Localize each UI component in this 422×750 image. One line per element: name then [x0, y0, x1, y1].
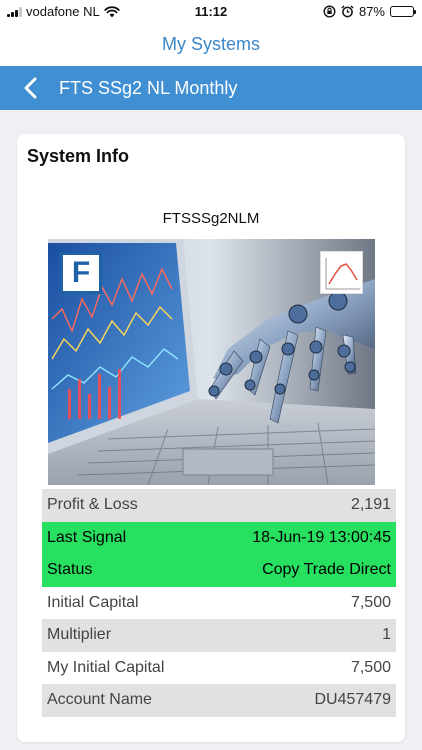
info-row: My Initial Capital 7,500	[42, 652, 396, 685]
info-row-label: Status	[47, 561, 93, 579]
info-row: Multiplier 1	[42, 619, 396, 652]
system-image: F	[48, 239, 375, 485]
info-row-value: 18-Jun-19 13:00:45	[252, 528, 391, 546]
page-header-title: My Systems	[0, 24, 422, 66]
status-right-group: 87%	[323, 4, 416, 19]
info-row: Account Name DU457479	[42, 684, 396, 717]
info-row: Profit & Loss 2,191	[42, 489, 396, 522]
rotation-lock-icon	[323, 5, 336, 18]
info-row-value: 7,500	[350, 658, 391, 676]
nav-title: FTS SSg2 NL Monthly	[59, 78, 238, 98]
info-row-label: Account Name	[47, 691, 152, 709]
mini-chart-icon	[320, 251, 363, 294]
system-logo: F	[60, 252, 102, 294]
logo-letter: F	[71, 256, 91, 289]
info-row-value: 1	[382, 626, 391, 644]
info-row-label: Initial Capital	[47, 593, 139, 611]
alarm-icon	[341, 5, 354, 18]
info-row-label: My Initial Capital	[47, 658, 165, 676]
system-info-card: System Info FTSSSg2NLM F Profit & Loss 2…	[17, 134, 405, 742]
info-row-value: 2,191	[350, 496, 391, 514]
info-row: Status Copy Trade Direct	[42, 554, 396, 587]
status-bar: vodafone NL 11:12 87%	[0, 0, 422, 24]
system-name: FTSSSg2NLM	[162, 210, 260, 227]
info-row-label: Last Signal	[47, 528, 127, 546]
battery-percent: 87%	[358, 4, 385, 19]
card-title: System Info	[27, 146, 130, 166]
info-row-value: Copy Trade Direct	[262, 561, 391, 579]
info-row: Initial Capital 7,500	[42, 587, 396, 620]
info-row-label: Multiplier	[47, 626, 112, 644]
system-info-table: Profit & Loss 2,191 Last Signal 18-Jun-19 1…	[42, 489, 396, 717]
info-row: Last Signal 18-Jun-19 13:00:45	[42, 521, 396, 554]
info-row-value: 7,500	[350, 593, 391, 611]
chevron-left-icon[interactable]	[20, 77, 44, 99]
info-row-value: DU457479	[314, 691, 392, 709]
navigation-bar: FTS SSg2 NL Monthly	[0, 66, 422, 110]
info-row-label: Profit & Loss	[47, 496, 138, 514]
battery-icon	[390, 6, 416, 17]
